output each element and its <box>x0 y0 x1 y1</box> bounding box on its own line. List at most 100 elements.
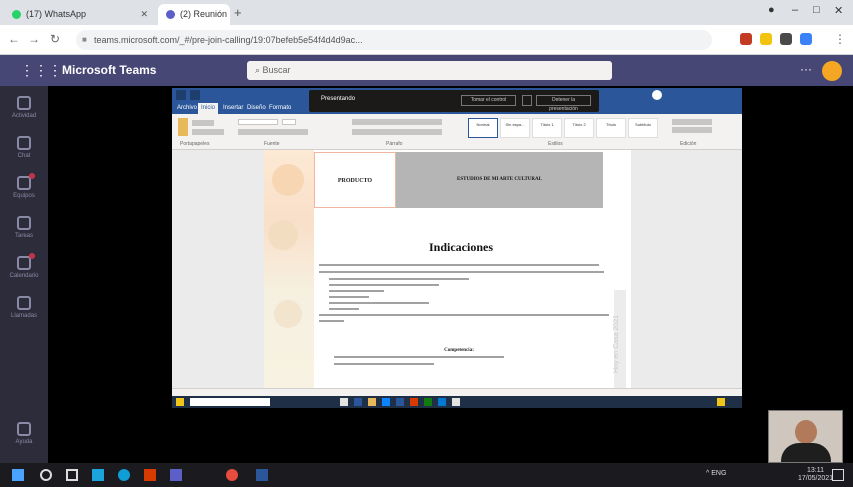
rail-item-activity[interactable]: Actividad <box>9 90 39 128</box>
minimize-button[interactable]: – <box>792 4 798 16</box>
word-icon[interactable] <box>256 469 268 481</box>
tab-diseno[interactable]: Diseño <box>244 103 269 114</box>
style-sin-espaciado[interactable]: Sin espa... <box>500 118 530 138</box>
maximize-button[interactable]: □ <box>813 4 820 16</box>
new-tab-button[interactable]: + <box>234 5 242 20</box>
extension-icon[interactable] <box>760 33 772 45</box>
rail-item-label: Actividad <box>11 113 37 119</box>
stop-presenting-button[interactable]: Detener la presentación <box>536 95 591 112</box>
style-label: Título 1 <box>540 122 554 127</box>
word-taskbar-icon <box>354 398 362 406</box>
app-icon[interactable] <box>144 469 156 481</box>
profile-icon[interactable]: ● <box>768 4 775 16</box>
chrome-icon[interactable] <box>226 469 238 481</box>
tab-inicio[interactable]: Inicio <box>198 103 219 114</box>
clock-date: 17/05/2021 <box>798 475 834 482</box>
task-view-icon[interactable] <box>66 469 78 481</box>
font-format-buttons[interactable] <box>238 129 308 135</box>
close-window-button[interactable]: ✕ <box>834 4 843 17</box>
style-titulo[interactable]: Título <box>596 118 626 138</box>
search-input[interactable]: ⌕ Buscar <box>247 61 612 80</box>
text-line <box>329 302 429 304</box>
text-line <box>329 296 369 298</box>
search-icon[interactable] <box>40 469 52 481</box>
style-subtitulo[interactable]: Subtítulo <box>628 118 658 138</box>
style-label: Título 2 <box>572 122 586 127</box>
font-size-select[interactable] <box>282 119 296 125</box>
rail-item-help[interactable]: Ayuda <box>9 416 39 454</box>
paste-icon[interactable] <box>178 118 188 136</box>
notification-badge <box>29 253 35 259</box>
header-cell: ESTUDIOS DE MI ARTE CULTURAL <box>396 152 603 208</box>
style-normal[interactable]: Normal <box>468 118 498 138</box>
cut-button[interactable] <box>192 120 214 126</box>
screen: (17) WhatsApp ✕ (2) Reunión | Microsoft … <box>0 0 853 487</box>
rail-item-assignments[interactable]: Tareas <box>9 210 39 248</box>
clock[interactable]: 13:11 17/05/2021 <box>798 467 833 483</box>
action-center-icon[interactable] <box>832 469 844 481</box>
rail-item-teams[interactable]: Equipos <box>9 170 39 208</box>
address-bar[interactable]: ■ teams.microsoft.com/_#/pre-join-callin… <box>76 30 712 50</box>
child-illustration <box>268 220 298 250</box>
self-video-preview[interactable] <box>768 410 843 463</box>
system-tray[interactable]: ^ ENG <box>706 470 726 477</box>
person-body <box>781 443 831 462</box>
rail-item-label: Tareas <box>14 233 33 239</box>
app-icon <box>452 398 460 406</box>
take-control-button[interactable]: Tomar el control <box>461 95 516 106</box>
group-label: Párrafo <box>386 141 403 147</box>
forward-arrow-icon[interactable]: → <box>28 32 40 46</box>
style-label: Sin espa... <box>505 122 525 127</box>
rail-item-calendar[interactable]: Calendario <box>9 250 39 288</box>
tab-whatsapp[interactable]: (17) WhatsApp ✕ <box>4 4 154 25</box>
browser-toolbar: ← → ↻ ■ teams.microsoft.com/_#/pre-join-… <box>0 25 853 55</box>
extension-icon[interactable] <box>740 33 752 45</box>
find-button[interactable] <box>672 119 712 125</box>
pin-button[interactable] <box>522 95 532 106</box>
font-name-select[interactable] <box>238 119 278 125</box>
browser-menu-icon[interactable]: ⋮ <box>834 32 846 46</box>
app-icon <box>410 398 418 406</box>
text-line <box>319 320 344 322</box>
text-line <box>319 271 604 273</box>
windows-start-icon[interactable] <box>12 469 24 481</box>
copy-format-button[interactable] <box>192 129 224 135</box>
tab-insertar[interactable]: Insertar <box>220 103 246 114</box>
group-label: Fuente <box>264 141 280 147</box>
tab-formato[interactable]: Formato <box>266 103 294 114</box>
tab-archivo[interactable]: Archivo <box>174 103 200 114</box>
extension-icon[interactable] <box>780 33 792 45</box>
close-tab-icon[interactable]: ✕ <box>140 4 148 25</box>
group-label: Estilos <box>548 141 563 147</box>
rail-item-chat[interactable]: Chat <box>9 130 39 168</box>
paragraph-list-buttons[interactable] <box>352 119 442 125</box>
replace-button[interactable] <box>672 127 712 133</box>
windows-taskbar: ^ ENG 13:11 17/05/2021 <box>0 463 853 487</box>
edge-icon[interactable] <box>118 469 130 481</box>
product-cell: PRODUCTO <box>314 152 396 208</box>
paragraph-align-buttons[interactable] <box>352 129 442 135</box>
document-page[interactable]: PRODUCTO ESTUDIOS DE MI ARTE CULTURAL In… <box>264 150 631 388</box>
children-border-decoration <box>264 150 314 388</box>
child-illustration <box>274 300 302 328</box>
style-label: Subtítulo <box>635 122 651 127</box>
more-options-icon[interactable]: ··· <box>800 62 812 76</box>
back-arrow-icon[interactable]: ← <box>8 32 20 46</box>
tab-teams-meeting[interactable]: (2) Reunión | Microsoft Teams <box>158 4 230 25</box>
style-titulo-1[interactable]: Título 1 <box>532 118 562 138</box>
search-box <box>190 398 270 406</box>
text-line <box>334 363 434 365</box>
teams-icon[interactable] <box>170 469 182 481</box>
style-titulo-2[interactable]: Título 2 <box>564 118 594 138</box>
reload-icon[interactable]: ↻ <box>50 32 60 46</box>
style-label: Normal <box>476 122 490 127</box>
app-launcher-icon[interactable]: ⋮⋮⋮ <box>20 62 62 79</box>
save-icon[interactable] <box>190 90 200 100</box>
rail-item-calls[interactable]: Llamadas <box>9 290 39 328</box>
user-avatar[interactable] <box>822 61 842 81</box>
text-line <box>319 264 599 266</box>
store-icon[interactable] <box>92 469 104 481</box>
text-line <box>329 290 384 292</box>
account-icon[interactable] <box>652 90 662 100</box>
extension-icon[interactable] <box>800 33 812 45</box>
